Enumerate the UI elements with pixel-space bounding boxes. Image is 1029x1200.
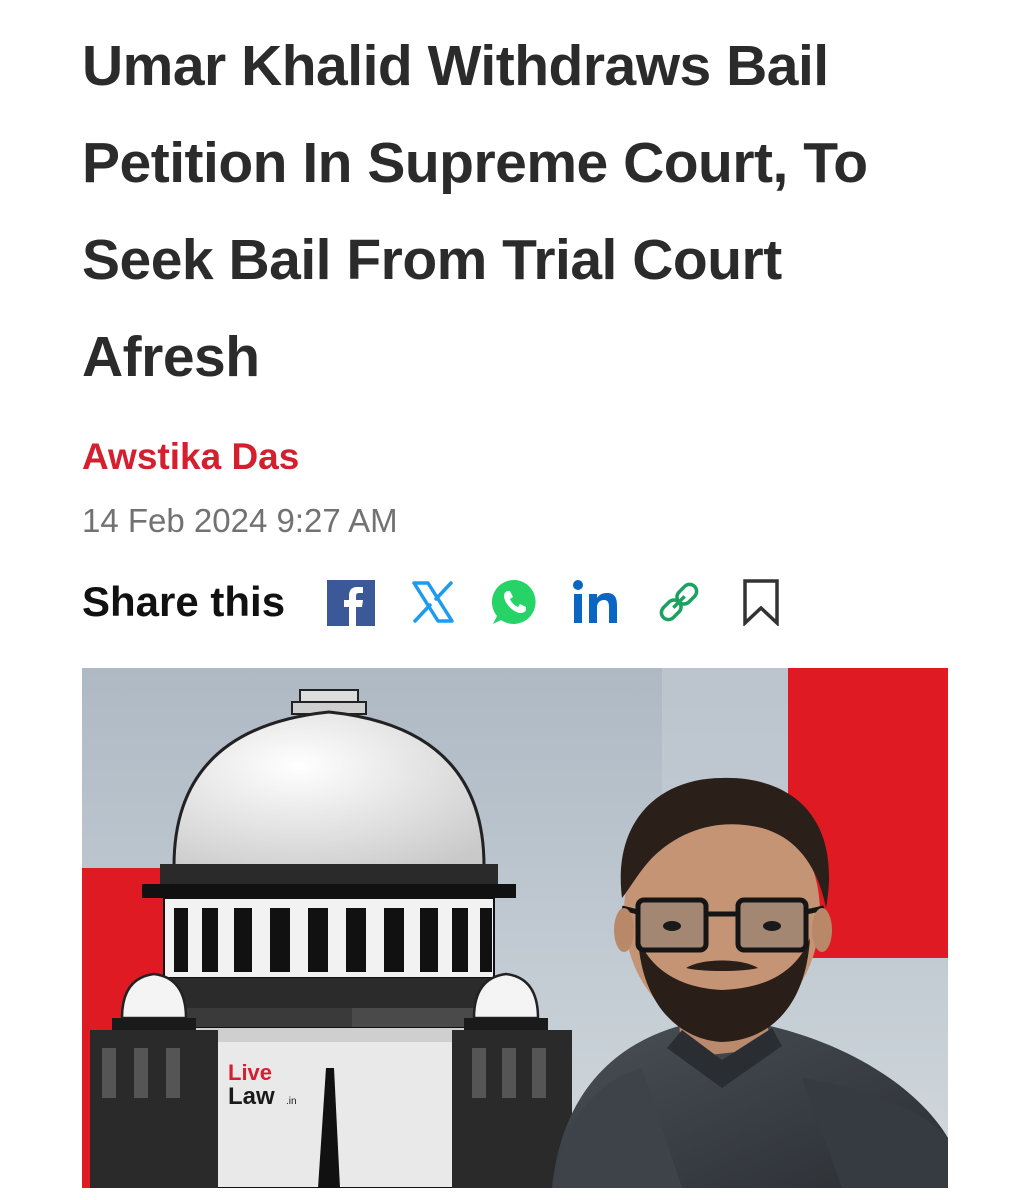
article-header: Umar Khalid Withdraws Bail Petition In S… [82,18,952,406]
share-label: Share this [82,578,286,625]
x-share-button[interactable] [407,576,459,628]
author-link[interactable]: Awstika Das [82,436,299,478]
publish-date: 14 Feb 2024 9:27 AM [82,502,398,539]
svg-text:Live: Live [228,1060,272,1085]
svg-text:Law: Law [228,1083,275,1110]
facebook-share-button[interactable] [325,576,377,628]
x-icon [412,581,454,623]
share-bar: Share this [82,572,817,632]
link-icon [659,582,699,622]
svg-text:.in: .in [286,1096,297,1107]
article-headline: Umar Khalid Withdraws Bail Petition In S… [82,34,868,389]
article-hero-image: Live Law .in [82,668,948,1188]
linkedin-icon [573,580,618,623]
linkedin-share-button[interactable] [571,576,623,628]
livelaw-logo: Live Law .in [228,1060,297,1110]
bookmark-button[interactable] [735,576,787,628]
whatsapp-share-button[interactable] [489,576,541,628]
bookmark-icon [743,579,779,626]
whatsapp-icon [492,579,536,624]
facebook-icon [327,580,376,626]
copy-link-button[interactable] [653,576,705,628]
